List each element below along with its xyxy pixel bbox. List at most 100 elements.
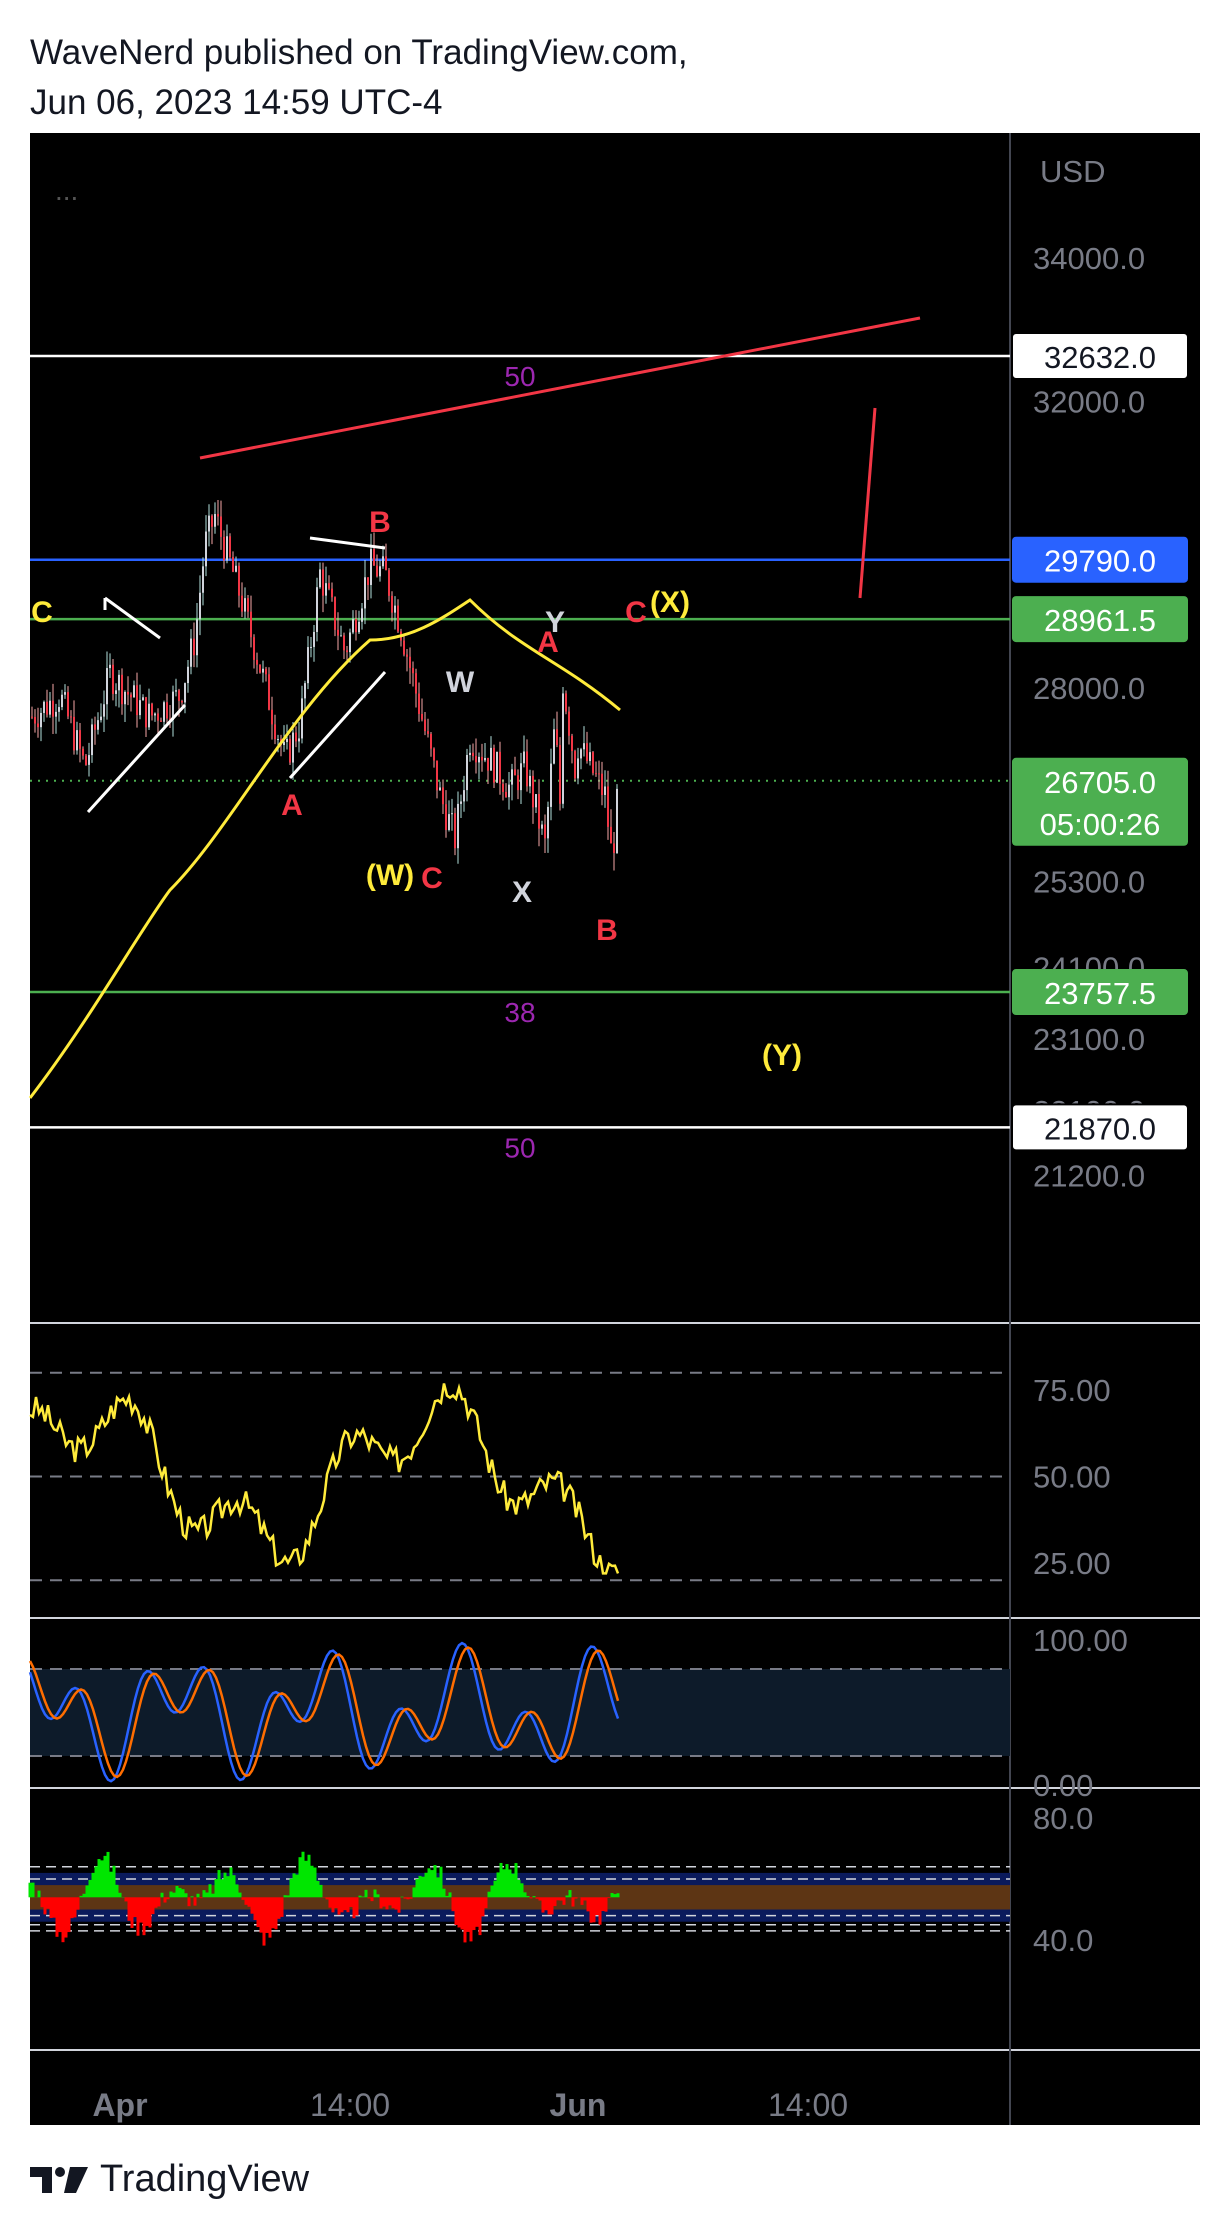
candle-body bbox=[403, 640, 405, 655]
price-label-text: 26705.0 bbox=[1044, 765, 1156, 800]
candle-body bbox=[517, 775, 519, 791]
fib-level-label: 50 bbox=[504, 361, 535, 392]
candle-body bbox=[181, 700, 183, 703]
candle-body bbox=[556, 729, 558, 746]
candle-body bbox=[559, 745, 561, 804]
candle-body bbox=[253, 637, 255, 660]
candle-body bbox=[538, 794, 540, 829]
candle-body bbox=[553, 729, 555, 764]
candle-body bbox=[520, 763, 522, 791]
candle-body bbox=[73, 716, 75, 751]
candle-body bbox=[352, 618, 354, 633]
candle-body bbox=[382, 556, 384, 567]
candle-body bbox=[232, 556, 234, 572]
candle-body bbox=[127, 691, 129, 695]
candle-body bbox=[550, 763, 552, 807]
wave-label: B bbox=[596, 914, 618, 947]
candle-body bbox=[547, 806, 549, 839]
candle-body bbox=[457, 803, 459, 849]
price-tick-label: 25300.0 bbox=[1033, 865, 1145, 900]
candle-body bbox=[499, 751, 501, 784]
candle-body bbox=[151, 703, 153, 716]
candle-body bbox=[571, 735, 573, 752]
candle-body bbox=[64, 692, 66, 695]
candle-body bbox=[262, 668, 264, 673]
candle-body bbox=[70, 716, 72, 718]
candle-body bbox=[157, 713, 159, 721]
candle-body bbox=[211, 515, 213, 527]
candle-body bbox=[469, 752, 471, 755]
candle-body bbox=[283, 742, 285, 745]
chart-canvas[interactable]: 503850 CBA(W) CWXYAC (X)B(Y) USD...34000.0… bbox=[0, 0, 1230, 2224]
candle-body bbox=[121, 674, 123, 705]
candle-body bbox=[334, 597, 336, 630]
candle-body bbox=[406, 654, 408, 657]
candle-body bbox=[532, 775, 534, 808]
candle-body bbox=[523, 751, 525, 764]
candle-body bbox=[88, 755, 90, 765]
candle-body bbox=[289, 738, 291, 763]
candle-body bbox=[439, 787, 441, 791]
candle-body bbox=[31, 716, 33, 718]
candle-body bbox=[142, 697, 144, 701]
candle-body bbox=[394, 605, 396, 613]
candle-body bbox=[340, 635, 342, 637]
candle-body bbox=[409, 656, 411, 668]
candle-body bbox=[100, 716, 102, 721]
candle-body bbox=[343, 635, 345, 651]
candle-body bbox=[415, 673, 417, 694]
candle-body bbox=[412, 667, 414, 674]
candle-body bbox=[94, 724, 96, 730]
wave-label: C bbox=[31, 596, 53, 629]
price-tick-label: 32000.0 bbox=[1033, 384, 1145, 419]
candle-body bbox=[67, 692, 69, 717]
wave-label: X bbox=[512, 876, 532, 909]
candle-body bbox=[52, 700, 54, 717]
candle-body bbox=[388, 570, 390, 596]
candle-body bbox=[496, 751, 498, 783]
candle-body bbox=[160, 720, 162, 722]
candle-body bbox=[229, 536, 231, 557]
candle-body bbox=[43, 701, 45, 713]
candle-body bbox=[307, 647, 309, 684]
candle-body bbox=[367, 577, 369, 585]
candle-body bbox=[304, 683, 306, 699]
candle-body bbox=[91, 724, 93, 756]
wave-label: (Y) bbox=[762, 1039, 802, 1072]
candle-body bbox=[397, 605, 399, 632]
candle-body bbox=[187, 666, 189, 684]
candle-body bbox=[592, 752, 594, 774]
candle-body bbox=[613, 843, 615, 853]
candle-body bbox=[268, 674, 270, 710]
candle-body bbox=[451, 813, 453, 815]
wave-label: (X) bbox=[650, 586, 690, 619]
candle-body bbox=[460, 801, 462, 804]
candle-body bbox=[301, 698, 303, 739]
candle-body bbox=[79, 730, 81, 749]
candle-body bbox=[598, 773, 600, 775]
candle-body bbox=[265, 668, 267, 675]
candle-body bbox=[133, 685, 135, 698]
candle-body bbox=[478, 756, 480, 763]
candle-body bbox=[325, 583, 327, 596]
candle-body bbox=[448, 814, 450, 831]
candle-body bbox=[379, 566, 381, 577]
candle-body bbox=[130, 694, 132, 698]
candle-body bbox=[544, 824, 546, 839]
candle-body bbox=[535, 794, 537, 808]
price-label-text: 29790.0 bbox=[1044, 544, 1156, 579]
wave-label: B bbox=[369, 506, 391, 539]
candle-body bbox=[205, 531, 207, 567]
candle-body bbox=[508, 784, 510, 798]
candle-body bbox=[193, 638, 195, 656]
candle-body bbox=[607, 786, 609, 827]
candle-body bbox=[616, 788, 618, 853]
candle-body bbox=[421, 713, 423, 720]
tradingview-logo[interactable]: TradingView bbox=[30, 2158, 309, 2201]
candle-body bbox=[580, 749, 582, 759]
candle-body bbox=[163, 702, 165, 722]
candle-body bbox=[322, 569, 324, 596]
candle-body bbox=[604, 786, 606, 795]
candle-body bbox=[154, 713, 156, 716]
candle-body bbox=[328, 583, 330, 589]
